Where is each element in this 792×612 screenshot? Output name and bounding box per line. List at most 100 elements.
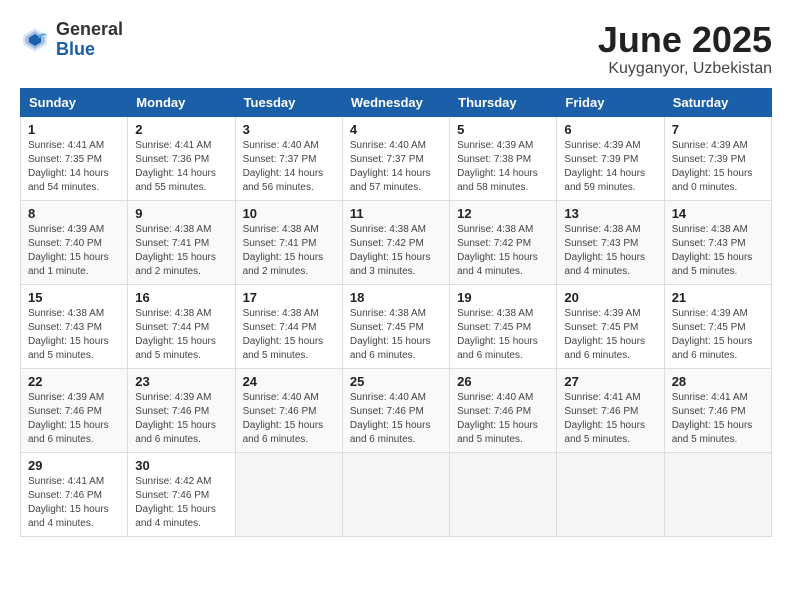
day-number: 10 xyxy=(243,206,335,221)
day-content: Sunrise: 4:38 AMSunset: 7:41 PMDaylight:… xyxy=(243,223,335,279)
day-number: 27 xyxy=(564,374,656,389)
table-row: 24Sunrise: 4:40 AMSunset: 7:46 PMDayligh… xyxy=(235,368,342,452)
day-number: 19 xyxy=(457,290,549,305)
day-content: Sunrise: 4:39 AMSunset: 7:45 PMDaylight:… xyxy=(564,307,656,363)
day-content: Sunrise: 4:39 AMSunset: 7:39 PMDaylight:… xyxy=(672,139,764,195)
day-content: Sunrise: 4:41 AMSunset: 7:46 PMDaylight:… xyxy=(28,475,120,531)
day-content: Sunrise: 4:38 AMSunset: 7:43 PMDaylight:… xyxy=(564,223,656,279)
calendar-row-5: 29Sunrise: 4:41 AMSunset: 7:46 PMDayligh… xyxy=(21,452,772,536)
day-number: 20 xyxy=(564,290,656,305)
day-content: Sunrise: 4:40 AMSunset: 7:46 PMDaylight:… xyxy=(350,391,442,447)
logo: General Blue xyxy=(20,20,123,60)
table-row xyxy=(235,452,342,536)
day-number: 9 xyxy=(135,206,227,221)
title-area: June 2025 Kuyganyor, Uzbekistan xyxy=(598,20,772,78)
table-row xyxy=(664,452,771,536)
day-content: Sunrise: 4:42 AMSunset: 7:46 PMDaylight:… xyxy=(135,475,227,531)
calendar-row-1: 1Sunrise: 4:41 AMSunset: 7:35 PMDaylight… xyxy=(21,116,772,200)
day-content: Sunrise: 4:38 AMSunset: 7:43 PMDaylight:… xyxy=(28,307,120,363)
table-row: 15 Sunrise: 4:38 AMSunset: 7:43 PMDayligh… xyxy=(21,284,128,368)
table-row: 9 Sunrise: 4:38 AMSunset: 7:41 PMDaylight… xyxy=(128,200,235,284)
day-number: 1 xyxy=(28,122,120,137)
table-row: 19Sunrise: 4:38 AMSunset: 7:45 PMDayligh… xyxy=(450,284,557,368)
day-content: Sunrise: 4:39 AMSunset: 7:46 PMDaylight:… xyxy=(28,391,120,447)
day-number: 7 xyxy=(672,122,764,137)
day-number: 23 xyxy=(135,374,227,389)
calendar-row-4: 22 Sunrise: 4:39 AMSunset: 7:46 PMDayligh… xyxy=(21,368,772,452)
table-row: 11Sunrise: 4:38 AMSunset: 7:42 PMDayligh… xyxy=(342,200,449,284)
logo-blue-text: Blue xyxy=(56,40,123,60)
day-number: 5 xyxy=(457,122,549,137)
month-title: June 2025 xyxy=(598,20,772,60)
day-number: 8 xyxy=(28,206,120,221)
day-number: 21 xyxy=(672,290,764,305)
logo-general-text: General xyxy=(56,20,123,40)
day-number: 2 xyxy=(135,122,227,137)
table-row: 20 Sunrise: 4:39 AMSunset: 7:45 PMDayligh… xyxy=(557,284,664,368)
table-row: 13 Sunrise: 4:38 AMSunset: 7:43 PMDayligh… xyxy=(557,200,664,284)
day-content: Sunrise: 4:38 AMSunset: 7:44 PMDaylight:… xyxy=(243,307,335,363)
day-number: 6 xyxy=(564,122,656,137)
day-content: Sunrise: 4:39 AMSunset: 7:45 PMDaylight:… xyxy=(672,307,764,363)
calendar-header-row: Sunday Monday Tuesday Wednesday Thursday… xyxy=(21,88,772,116)
day-number: 30 xyxy=(135,458,227,473)
day-number: 24 xyxy=(243,374,335,389)
day-content: Sunrise: 4:41 AMSunset: 7:36 PMDaylight:… xyxy=(135,139,227,195)
page-header: General Blue June 2025 Kuyganyor, Uzbeki… xyxy=(20,20,772,78)
table-row: 8 Sunrise: 4:39 AMSunset: 7:40 PMDaylight… xyxy=(21,200,128,284)
day-content: Sunrise: 4:38 AMSunset: 7:41 PMDaylight:… xyxy=(135,223,227,279)
day-number: 25 xyxy=(350,374,442,389)
day-number: 3 xyxy=(243,122,335,137)
day-number: 15 xyxy=(28,290,120,305)
header-sunday: Sunday xyxy=(21,88,128,116)
logo-icon xyxy=(20,25,50,55)
table-row: 1Sunrise: 4:41 AMSunset: 7:35 PMDaylight… xyxy=(21,116,128,200)
day-number: 14 xyxy=(672,206,764,221)
table-row xyxy=(450,452,557,536)
day-content: Sunrise: 4:40 AMSunset: 7:37 PMDaylight:… xyxy=(350,139,442,195)
day-number: 18 xyxy=(350,290,442,305)
header-monday: Monday xyxy=(128,88,235,116)
table-row: 21 Sunrise: 4:39 AMSunset: 7:45 PMDayligh… xyxy=(664,284,771,368)
day-content: Sunrise: 4:40 AMSunset: 7:46 PMDaylight:… xyxy=(457,391,549,447)
day-number: 28 xyxy=(672,374,764,389)
table-row xyxy=(557,452,664,536)
day-content: Sunrise: 4:41 AMSunset: 7:46 PMDaylight:… xyxy=(564,391,656,447)
table-row: 17Sunrise: 4:38 AMSunset: 7:44 PMDayligh… xyxy=(235,284,342,368)
day-number: 13 xyxy=(564,206,656,221)
day-number: 12 xyxy=(457,206,549,221)
table-row: 27 Sunrise: 4:41 AMSunset: 7:46 PMDayligh… xyxy=(557,368,664,452)
day-number: 22 xyxy=(28,374,120,389)
day-content: Sunrise: 4:38 AMSunset: 7:43 PMDaylight:… xyxy=(672,223,764,279)
table-row: 26 Sunrise: 4:40 AMSunset: 7:46 PMDayligh… xyxy=(450,368,557,452)
table-row: 22 Sunrise: 4:39 AMSunset: 7:46 PMDayligh… xyxy=(21,368,128,452)
table-row: 10 Sunrise: 4:38 AMSunset: 7:41 PMDayligh… xyxy=(235,200,342,284)
header-wednesday: Wednesday xyxy=(342,88,449,116)
day-number: 16 xyxy=(135,290,227,305)
day-content: Sunrise: 4:38 AMSunset: 7:45 PMDaylight:… xyxy=(350,307,442,363)
header-friday: Friday xyxy=(557,88,664,116)
table-row: 3 Sunrise: 4:40 AMSunset: 7:37 PMDaylight… xyxy=(235,116,342,200)
day-content: Sunrise: 4:38 AMSunset: 7:44 PMDaylight:… xyxy=(135,307,227,363)
table-row: 2 Sunrise: 4:41 AMSunset: 7:36 PMDaylight… xyxy=(128,116,235,200)
table-row: 30 Sunrise: 4:42 AMSunset: 7:46 PMDayligh… xyxy=(128,452,235,536)
table-row: 25 Sunrise: 4:40 AMSunset: 7:46 PMDayligh… xyxy=(342,368,449,452)
logo-text: General Blue xyxy=(56,20,123,60)
calendar-row-2: 8 Sunrise: 4:39 AMSunset: 7:40 PMDaylight… xyxy=(21,200,772,284)
day-content: Sunrise: 4:39 AMSunset: 7:46 PMDaylight:… xyxy=(135,391,227,447)
day-content: Sunrise: 4:40 AMSunset: 7:37 PMDaylight:… xyxy=(243,139,335,195)
day-content: Sunrise: 4:39 AMSunset: 7:39 PMDaylight:… xyxy=(564,139,656,195)
day-content: Sunrise: 4:41 AMSunset: 7:46 PMDaylight:… xyxy=(672,391,764,447)
calendar-table: Sunday Monday Tuesday Wednesday Thursday… xyxy=(20,88,772,537)
header-tuesday: Tuesday xyxy=(235,88,342,116)
day-content: Sunrise: 4:39 AMSunset: 7:40 PMDaylight:… xyxy=(28,223,120,279)
table-row: 6 Sunrise: 4:39 AMSunset: 7:39 PMDaylight… xyxy=(557,116,664,200)
table-row: 7 Sunrise: 4:39 AMSunset: 7:39 PMDaylight… xyxy=(664,116,771,200)
day-number: 26 xyxy=(457,374,549,389)
table-row: 28 Sunrise: 4:41 AMSunset: 7:46 PMDayligh… xyxy=(664,368,771,452)
table-row xyxy=(342,452,449,536)
table-row: 16 Sunrise: 4:38 AMSunset: 7:44 PMDayligh… xyxy=(128,284,235,368)
day-content: Sunrise: 4:38 AMSunset: 7:42 PMDaylight:… xyxy=(350,223,442,279)
table-row: 4Sunrise: 4:40 AMSunset: 7:37 PMDaylight… xyxy=(342,116,449,200)
table-row: 29Sunrise: 4:41 AMSunset: 7:46 PMDayligh… xyxy=(21,452,128,536)
